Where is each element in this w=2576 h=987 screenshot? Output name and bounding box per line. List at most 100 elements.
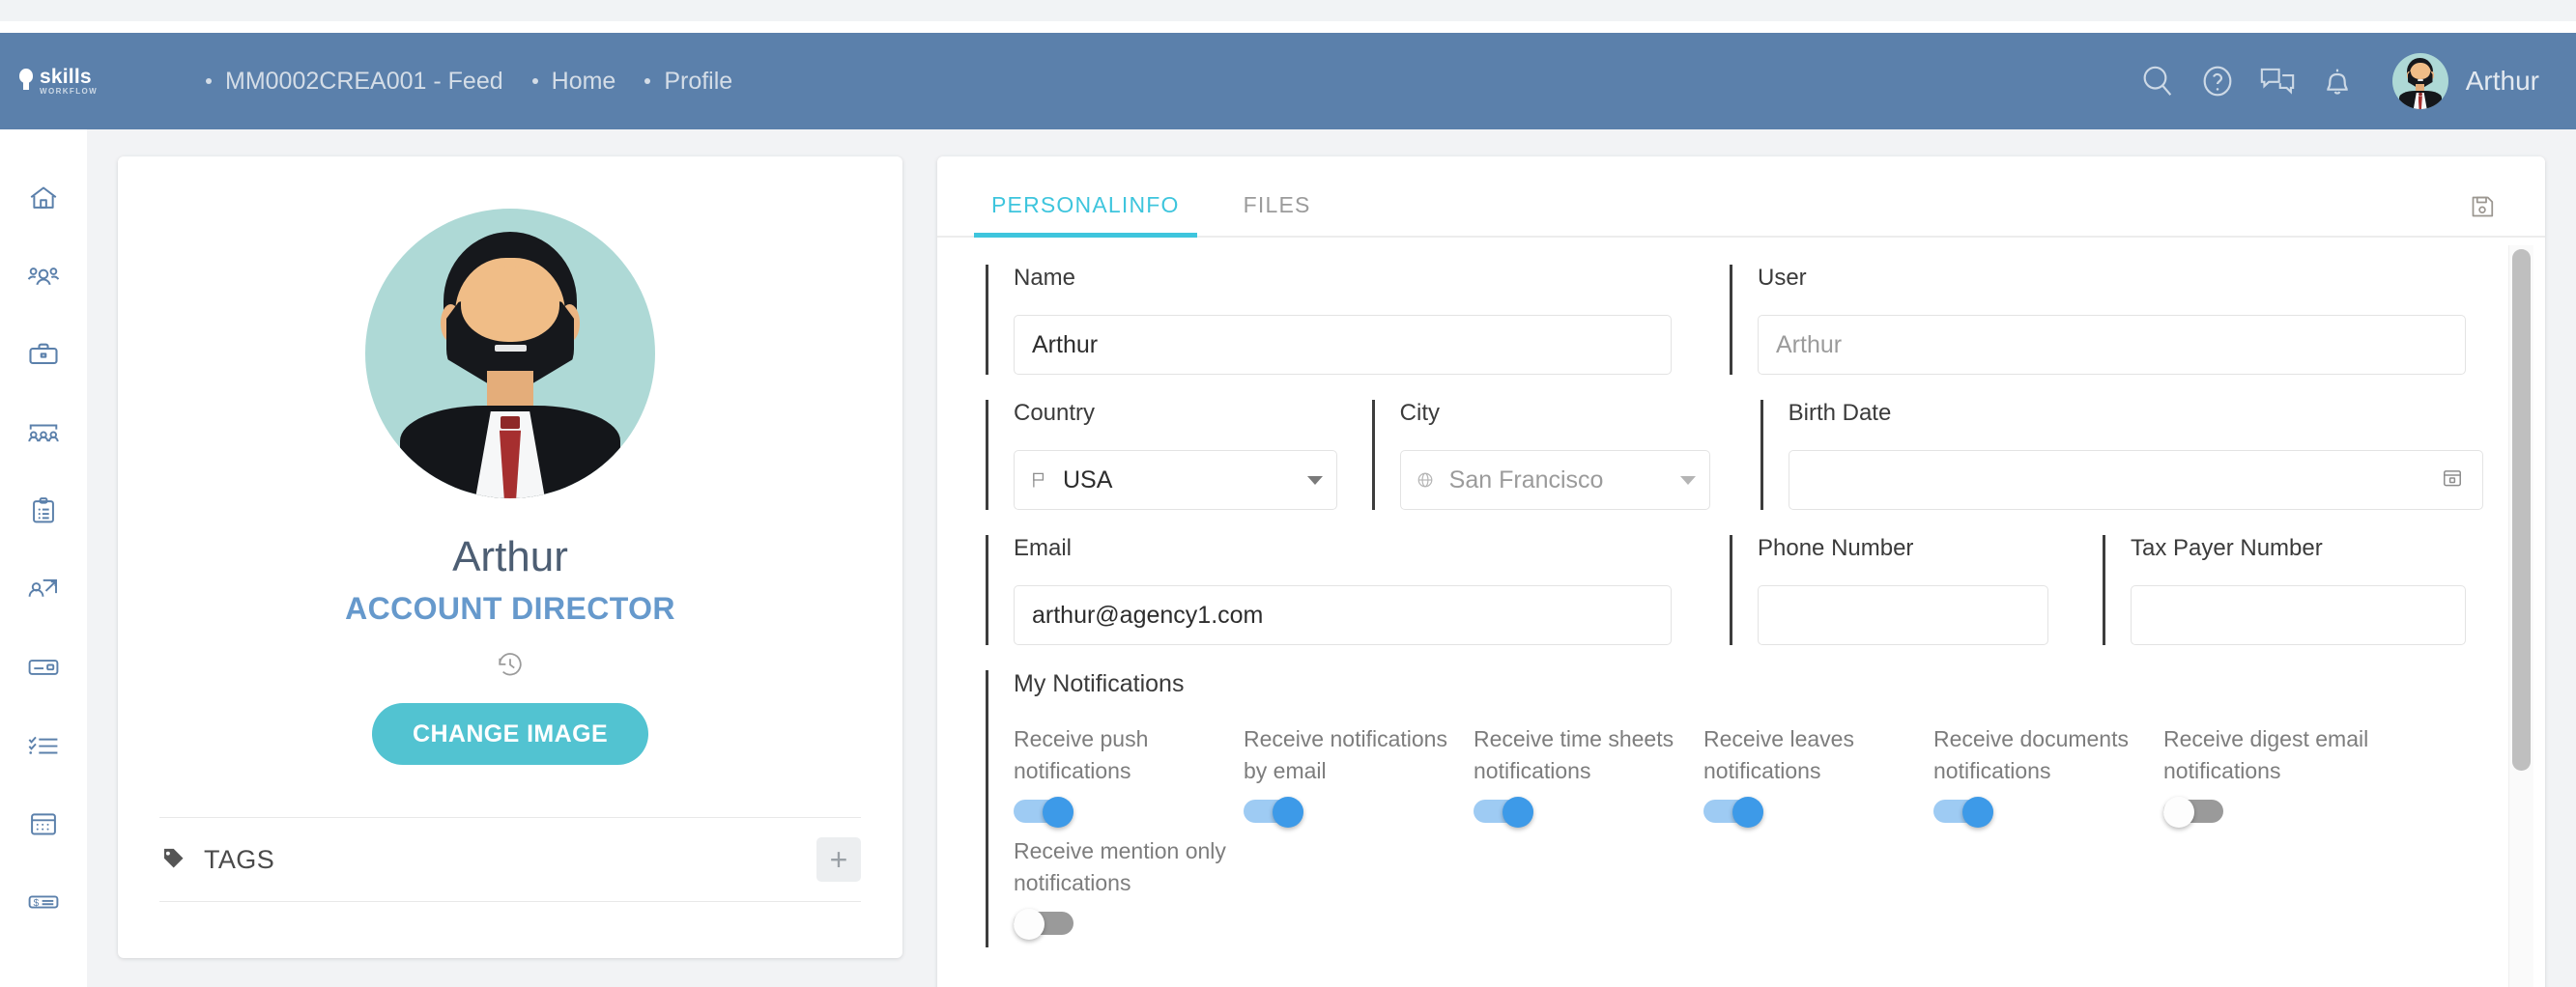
name-input[interactable]	[1014, 315, 1672, 375]
notification-digest-email: Receive digest email notifications	[2163, 723, 2393, 826]
city-value: San Francisco	[1449, 466, 1604, 494]
sidebar-item-assignments[interactable]	[0, 550, 87, 628]
toggle-time-sheets-notifications[interactable]	[1474, 797, 1543, 826]
field-label-birth-date: Birth Date	[1789, 400, 2483, 427]
detail-card: PERSONALINFO FILES Name	[937, 156, 2545, 987]
profile-avatar	[365, 209, 655, 498]
tab-files[interactable]: FILES	[1238, 192, 1317, 236]
field-phone-number: Phone Number	[1730, 535, 2048, 645]
sidebar-item-jobs[interactable]	[0, 315, 87, 393]
sidebar-item-tasks[interactable]	[0, 471, 87, 550]
breadcrumb-label: Home	[552, 68, 616, 96]
breadcrumb-bullet-icon	[532, 78, 538, 84]
tags-section: TAGS +	[159, 818, 861, 901]
field-tax-payer-number: Tax Payer Number	[2103, 535, 2466, 645]
notification-time-sheets: Receive time sheets notifications	[1474, 723, 1703, 826]
toggle-leaves-notifications[interactable]	[1703, 797, 1773, 826]
field-label-tax-payer-number: Tax Payer Number	[2131, 535, 2466, 562]
breadcrumb-item-profile[interactable]: Profile	[644, 68, 732, 96]
breadcrumb-label: MM0002CREA001 - Feed	[225, 68, 503, 96]
toggle-mention-only-notifications[interactable]	[1014, 909, 1083, 938]
field-label-email: Email	[1014, 535, 1672, 562]
search-icon[interactable]	[2128, 51, 2188, 111]
chat-icon[interactable]	[2247, 51, 2307, 111]
sidebar-item-calendar[interactable]	[0, 784, 87, 862]
city-select[interactable]: San Francisco	[1400, 450, 1710, 510]
breadcrumb-label: Profile	[664, 68, 732, 96]
field-email: Email	[986, 535, 1672, 645]
toggle-email-notifications[interactable]	[1244, 797, 1313, 826]
tags-divider-bottom	[159, 901, 861, 902]
profile-name: Arthur	[452, 533, 568, 581]
save-floppy-icon[interactable]	[2468, 192, 2497, 224]
notifications-title: My Notifications	[1014, 670, 2483, 698]
window-top-strip-white	[0, 21, 2576, 33]
change-image-button[interactable]: CHANGE IMAGE	[372, 703, 648, 765]
calendar-icon[interactable]	[2440, 465, 2465, 495]
tab-bar: PERSONALINFO FILES	[937, 156, 2545, 238]
breadcrumb: MM0002CREA001 - Feed Home Profile	[206, 68, 761, 96]
add-tag-button[interactable]: +	[816, 837, 861, 882]
sidebar-item-checklists[interactable]	[0, 706, 87, 784]
field-label-name: Name	[1014, 265, 1672, 292]
sidebar-item-home[interactable]	[0, 158, 87, 237]
field-birth-date: Birth Date	[1760, 400, 2483, 510]
notification-label: Receive notifications by email	[1244, 723, 1474, 789]
breadcrumb-bullet-icon	[206, 78, 212, 84]
form-rows: Name User Country	[937, 265, 2545, 947]
notifications-grid: Receive push notifications Receive notif…	[1014, 723, 2483, 947]
notification-leaves: Receive leaves notifications	[1703, 723, 1933, 826]
notifications-bell-icon[interactable]	[2307, 51, 2367, 111]
toggle-digest-email-notifications[interactable]	[2163, 797, 2233, 826]
profile-card: Arthur ACCOUNT DIRECTOR CHANGE IMAGE	[118, 156, 902, 958]
tag-icon	[159, 844, 186, 876]
toggle-documents-notifications[interactable]	[1933, 797, 2003, 826]
birth-date-input[interactable]	[1789, 450, 2483, 510]
notification-label: Receive time sheets notifications	[1474, 723, 1703, 789]
window-top-strip	[0, 0, 2576, 21]
profile-role: ACCOUNT DIRECTOR	[345, 591, 675, 627]
tags-label: TAGS	[204, 845, 274, 875]
field-label-phone-number: Phone Number	[1758, 535, 2048, 562]
notifications-section: My Notifications Receive push notificati…	[986, 670, 2483, 947]
user-input[interactable]	[1758, 315, 2466, 375]
chevron-down-icon	[1307, 476, 1323, 485]
help-icon[interactable]	[2188, 51, 2247, 111]
notification-label: Receive leaves notifications	[1703, 723, 1933, 789]
phone-number-input[interactable]	[1758, 585, 2048, 645]
lightbulb-icon	[17, 69, 35, 94]
globe-icon	[1415, 469, 1436, 491]
sidebar-item-teams[interactable]	[0, 393, 87, 471]
header-user-name: Arthur	[2466, 66, 2539, 97]
field-label-user: User	[1758, 265, 2466, 292]
field-country: Country USA	[986, 400, 1337, 510]
breadcrumb-item-home[interactable]: Home	[532, 68, 616, 96]
country-select[interactable]: USA	[1014, 450, 1337, 510]
brand-logo[interactable]: skills WORKFLOW	[17, 67, 162, 96]
history-restore-icon[interactable]	[494, 648, 527, 686]
notification-email: Receive notifications by email	[1244, 723, 1474, 826]
app-header: skills WORKFLOW MM0002CREA001 - Feed Hom…	[0, 33, 2576, 129]
sidebar-item-cards[interactable]	[0, 628, 87, 706]
left-sidebar: $	[0, 129, 87, 987]
toggle-push-notifications[interactable]	[1014, 797, 1083, 826]
detail-scrollbar[interactable]	[2508, 245, 2533, 987]
page-content: Arthur ACCOUNT DIRECTOR CHANGE IMAGE	[87, 129, 2576, 987]
notification-label: Receive digest email notifications	[2163, 723, 2393, 789]
email-input[interactable]	[1014, 585, 1672, 645]
tab-personalinfo[interactable]: PERSONALINFO	[986, 192, 1186, 236]
brand-tagline: WORKFLOW	[40, 88, 98, 96]
brand-name: skills	[40, 67, 98, 87]
notification-label: Receive mention only notifications	[1014, 835, 1244, 901]
breadcrumb-item-feed[interactable]: MM0002CREA001 - Feed	[206, 68, 503, 96]
form-row-contact: Email Phone Number Tax Payer Number	[986, 535, 2483, 645]
sidebar-item-people[interactable]	[0, 237, 87, 315]
tax-payer-number-input[interactable]	[2131, 585, 2466, 645]
country-value: USA	[1063, 466, 1112, 494]
form-row-identity: Name User	[986, 265, 2483, 375]
field-user: User	[1730, 265, 2466, 375]
user-menu[interactable]: Arthur	[2392, 53, 2539, 109]
form-row-location: Country USA	[986, 400, 2483, 510]
detail-scrollbar-thumb[interactable]	[2512, 249, 2531, 771]
sidebar-item-billing[interactable]: $	[0, 862, 87, 941]
